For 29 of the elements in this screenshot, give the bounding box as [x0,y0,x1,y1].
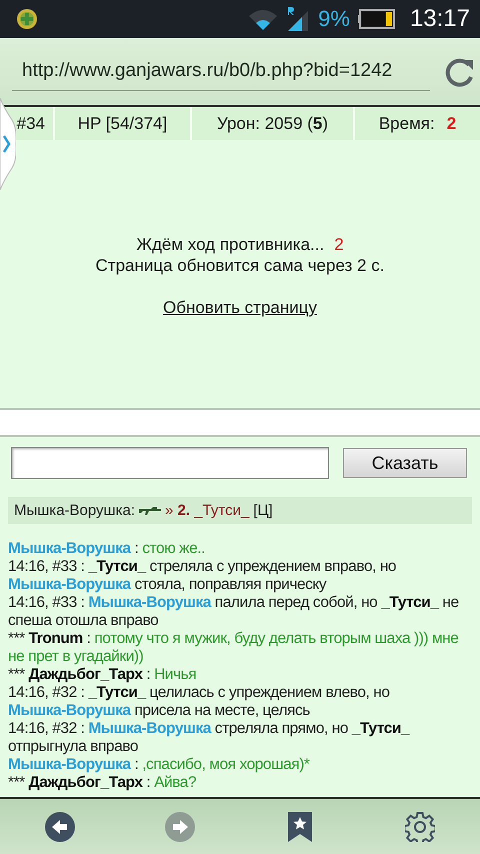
log-entry: *** Tronum : потому что я мужик, буду делать вторым шаха ))) мне не прет в угадайки)) [8,630,460,666]
waiting-message: Ждём ход противника... [136,235,324,254]
countdown: 2 [334,235,344,254]
log-entry: 14:16, #33 : Мышка-Ворушка палила перед собой, но _Тутси_ не спеша отошла вправо [8,594,460,630]
message-input[interactable] [11,447,329,479]
log-entry: 14:16, #32 : Мышка-Ворушка стреляла прямо, но _Тутси_ отпрыгнула вправо [8,720,411,756]
gun-icon [139,506,161,515]
battery-icon [358,9,396,29]
reload-icon [444,56,474,86]
bookmark-icon[interactable] [288,812,312,842]
shooter-name: Мышка-Ворушка: [14,502,135,519]
settings-icon[interactable] [405,812,435,842]
app-icon [16,8,38,30]
wifi-icon [248,8,278,30]
target-tag: [Ц] [253,502,273,519]
time-label: Время: [378,114,435,134]
log-entry: *** Даждьбог_Тарх : Айва? [8,774,198,792]
battery-percent: 9% [318,6,350,32]
refresh-note: Страница обновится сама через 2 с. [96,255,384,276]
back-icon[interactable] [45,812,75,842]
log-entry: *** Даждьбог_Тарх : Ничья [8,666,198,684]
log-entry: Мышка-Ворушка : ,спасибо, моя хорошая)* [8,756,310,774]
time-value: 2 [446,114,456,134]
say-button[interactable]: Сказать [343,448,467,478]
target-name: » 2. _Тутси_ [165,502,250,519]
clock-time: 13:17 [410,5,470,33]
signal-icon [286,7,310,31]
log-entry: Мышка-Ворушка : стою же.. [8,540,206,558]
refresh-link[interactable]: Обновить страницу [162,298,317,318]
